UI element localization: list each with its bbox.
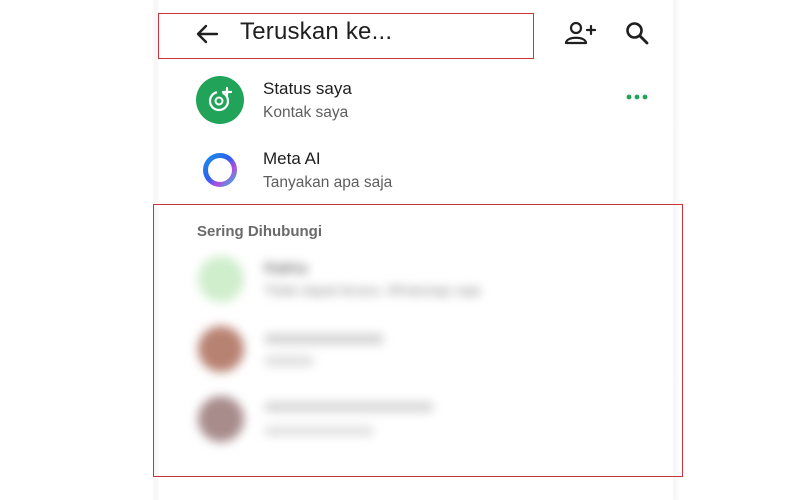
status-subtitle: Kontak saya (263, 104, 349, 121)
status-camera-icon (208, 86, 233, 112)
meta-ai-title: Meta AI (263, 149, 321, 168)
status-row[interactable]: Status saya Kontak saya (180, 64, 665, 134)
more-options-icon[interactable] (624, 90, 650, 104)
header-highlight-box (158, 13, 534, 59)
frequent-highlight-box (153, 204, 683, 477)
add-contact-icon[interactable] (564, 20, 596, 46)
meta-ai-subtitle: Tanyakan apa saja (263, 174, 393, 191)
meta-ai-row[interactable]: Meta AI Tanyakan apa saja (180, 134, 665, 204)
search-icon[interactable] (624, 20, 650, 46)
status-avatar (196, 76, 244, 124)
status-title: Status saya (263, 79, 352, 98)
meta-ai-ring-icon (203, 153, 237, 187)
